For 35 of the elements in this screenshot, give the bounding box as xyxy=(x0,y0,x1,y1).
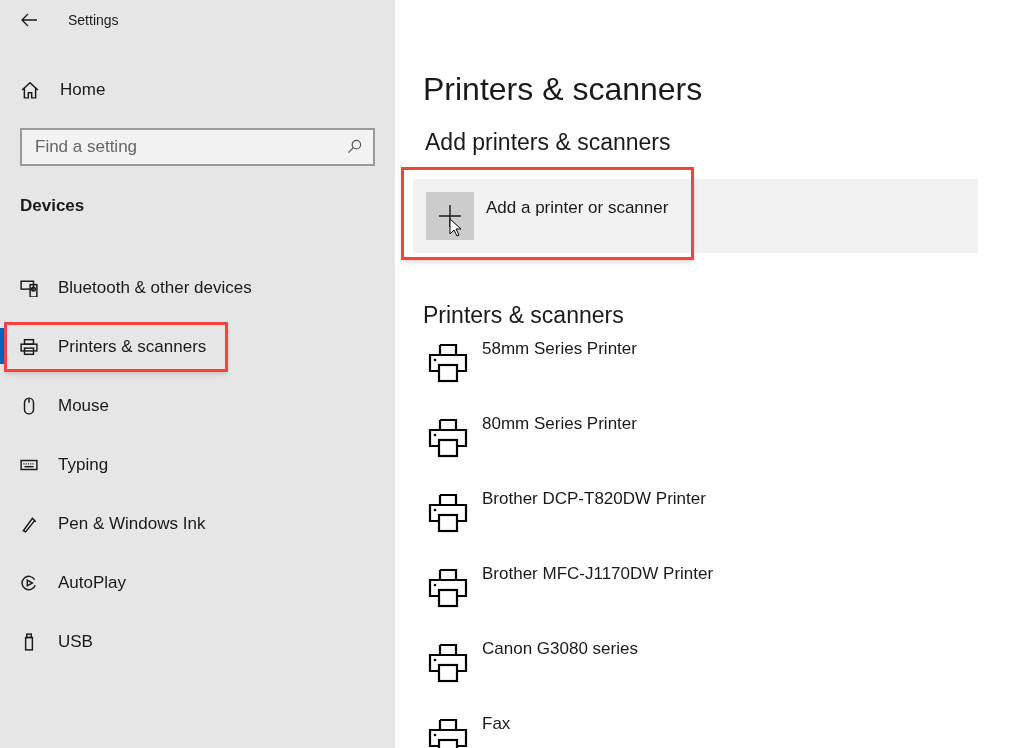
nav-item[interactable]: Bluetooth & other devices xyxy=(8,267,260,308)
home-icon xyxy=(20,81,40,99)
printer-icon xyxy=(428,418,468,458)
printer-item[interactable]: Brother MFC-J1170DW Printer xyxy=(413,564,730,639)
search-icon[interactable] xyxy=(347,139,362,154)
nav-item[interactable]: AutoPlay xyxy=(8,562,135,603)
autoplay-icon xyxy=(20,573,38,592)
printer-icon xyxy=(428,493,468,533)
printer-item[interactable]: Brother DCP-T820DW Printer xyxy=(413,489,722,564)
add-printer-button[interactable]: Add a printer or scanner xyxy=(413,179,978,253)
nav-item[interactable]: Typing xyxy=(8,444,117,485)
printer-icon xyxy=(428,343,468,383)
pen-icon xyxy=(20,514,38,533)
home-link[interactable]: Home xyxy=(0,70,122,110)
bluetooth-icon xyxy=(20,278,38,297)
section-heading: Printers & scanners xyxy=(422,301,625,329)
nav-item[interactable]: Mouse xyxy=(8,385,118,426)
printer-item[interactable]: 80mm Series Printer xyxy=(413,414,653,489)
printer-item[interactable]: Fax xyxy=(413,714,527,748)
printer-item[interactable]: 58mm Series Printer xyxy=(413,339,653,414)
printer-item[interactable]: Canon G3080 series xyxy=(413,639,654,714)
nav-item[interactable]: Pen & Windows Ink xyxy=(8,503,214,544)
printer-icon xyxy=(428,568,468,608)
cursor-icon xyxy=(449,218,463,238)
printer-icon xyxy=(428,643,468,683)
search-field[interactable]: Find a setting xyxy=(20,128,375,166)
window-title: Settings xyxy=(68,10,119,30)
printer-icon xyxy=(428,718,468,748)
nav-item[interactable]: Printers & scanners xyxy=(8,326,215,367)
printer-icon xyxy=(20,337,38,356)
page-title: Printers & scanners xyxy=(422,70,704,108)
nav-item[interactable]: USB xyxy=(8,621,101,662)
section-heading: Add printers & scanners xyxy=(424,128,672,156)
section-heading: Devices xyxy=(19,196,86,216)
back-arrow-icon[interactable] xyxy=(20,13,38,27)
